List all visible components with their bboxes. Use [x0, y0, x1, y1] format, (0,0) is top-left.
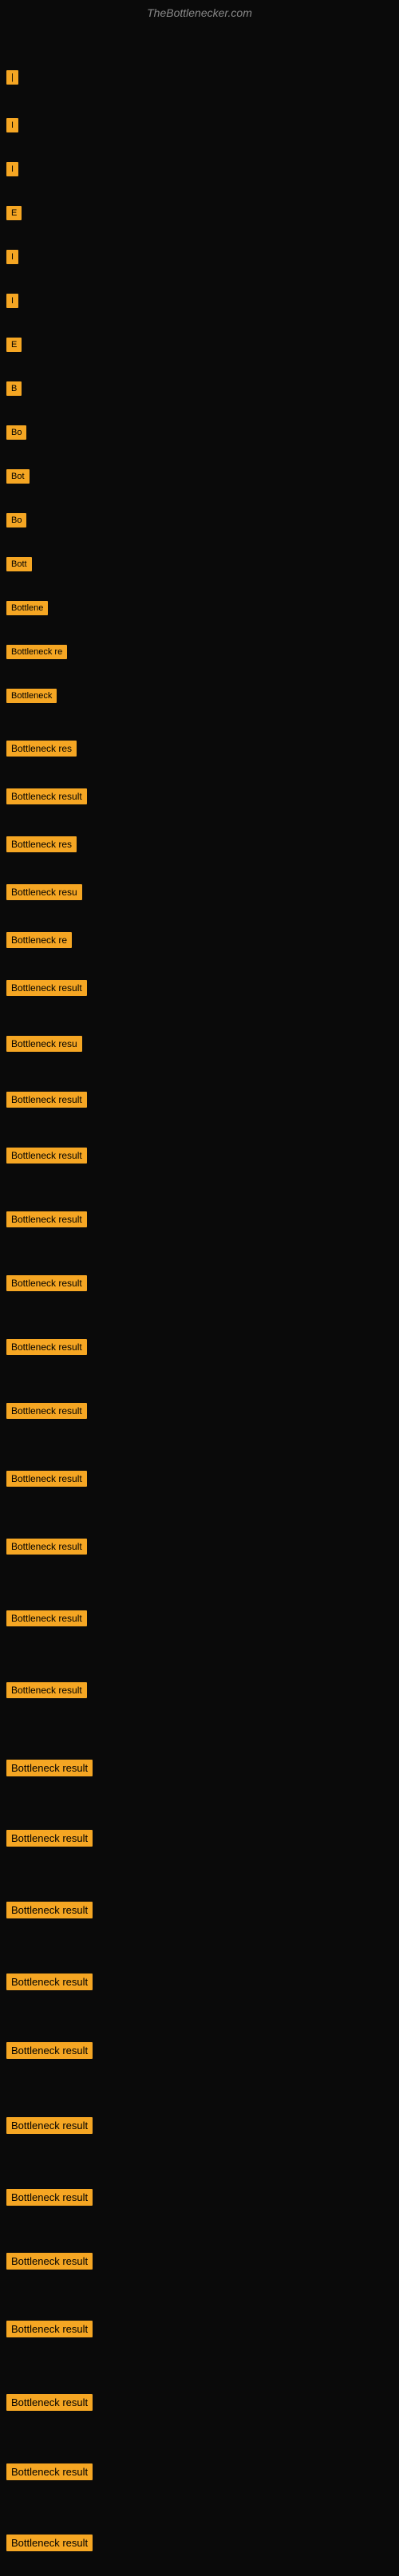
bottleneck-label-6: I	[6, 294, 18, 308]
bottleneck-label-3: I	[6, 162, 18, 176]
bottleneck-label-8: B	[6, 381, 22, 396]
bottleneck-label-26: Bottleneck result	[6, 1275, 87, 1291]
site-title: TheBottlenecker.com	[0, 0, 399, 22]
bottleneck-label-31: Bottleneck result	[6, 1610, 87, 1626]
bottleneck-label-27: Bottleneck result	[6, 1339, 87, 1355]
bottleneck-item-16: Bottleneck res	[6, 741, 77, 757]
bottleneck-item-22: Bottleneck resu	[6, 1036, 82, 1052]
bottleneck-label-4: E	[6, 206, 22, 220]
bottleneck-item-18: Bottleneck res	[6, 836, 77, 852]
bottleneck-item-36: Bottleneck result	[6, 1973, 93, 1990]
bottleneck-item-1: |	[6, 70, 18, 85]
bottleneck-label-34: Bottleneck result	[6, 1830, 93, 1847]
bottleneck-item-23: Bottleneck result	[6, 1092, 87, 1108]
bottleneck-item-14: Bottleneck re	[6, 645, 67, 659]
bottleneck-label-7: E	[6, 338, 22, 352]
bottleneck-item-34: Bottleneck result	[6, 1830, 93, 1847]
bottleneck-label-28: Bottleneck result	[6, 1403, 87, 1419]
bottleneck-item-37: Bottleneck result	[6, 2042, 93, 2059]
bottleneck-item-41: Bottleneck result	[6, 2321, 93, 2337]
bottleneck-item-19: Bottleneck resu	[6, 884, 82, 900]
bottleneck-item-15: Bottleneck	[6, 689, 57, 703]
bottleneck-item-25: Bottleneck result	[6, 1211, 87, 1227]
bottleneck-label-18: Bottleneck res	[6, 836, 77, 852]
bottleneck-item-2: I	[6, 118, 18, 132]
bottleneck-item-21: Bottleneck result	[6, 980, 87, 996]
bottleneck-label-1: |	[6, 70, 18, 85]
bottleneck-label-20: Bottleneck re	[6, 932, 72, 948]
bottleneck-label-36: Bottleneck result	[6, 1973, 93, 1990]
bottleneck-label-15: Bottleneck	[6, 689, 57, 703]
site-title-container: TheBottlenecker.com	[0, 0, 399, 22]
bottleneck-item-43: Bottleneck result	[6, 2463, 93, 2480]
bottleneck-item-3: I	[6, 162, 18, 176]
items-wrapper: | I I E I I E B Bo Bot Bo Bott Bottlene Bottleneck re…	[0, 22, 399, 2576]
bottleneck-label-42: Bottleneck result	[6, 2394, 93, 2411]
bottleneck-item-28: Bottleneck result	[6, 1403, 87, 1419]
bottleneck-item-12: Bott	[6, 557, 32, 571]
bottleneck-item-9: Bo	[6, 425, 26, 440]
bottleneck-item-24: Bottleneck result	[6, 1148, 87, 1164]
bottleneck-item-32: Bottleneck result	[6, 1682, 87, 1698]
bottleneck-item-8: B	[6, 381, 22, 396]
bottleneck-label-30: Bottleneck result	[6, 1539, 87, 1555]
bottleneck-item-42: Bottleneck result	[6, 2394, 93, 2411]
bottleneck-label-35: Bottleneck result	[6, 1902, 93, 1918]
bottleneck-item-10: Bot	[6, 469, 30, 484]
bottleneck-label-21: Bottleneck result	[6, 980, 87, 996]
bottleneck-label-12: Bott	[6, 557, 32, 571]
bottleneck-label-33: Bottleneck result	[6, 1760, 93, 1776]
bottleneck-label-2: I	[6, 118, 18, 132]
bottleneck-label-41: Bottleneck result	[6, 2321, 93, 2337]
bottleneck-item-33: Bottleneck result	[6, 1760, 93, 1776]
bottleneck-label-10: Bot	[6, 469, 30, 484]
bottleneck-label-39: Bottleneck result	[6, 2189, 93, 2206]
bottleneck-item-17: Bottleneck result	[6, 788, 87, 804]
bottleneck-label-5: I	[6, 250, 18, 264]
bottleneck-item-27: Bottleneck result	[6, 1339, 87, 1355]
bottleneck-label-13: Bottlene	[6, 601, 48, 615]
bottleneck-label-37: Bottleneck result	[6, 2042, 93, 2059]
bottleneck-label-38: Bottleneck result	[6, 2117, 93, 2134]
bottleneck-label-11: Bo	[6, 513, 26, 527]
bottleneck-item-7: E	[6, 338, 22, 352]
bottleneck-item-26: Bottleneck result	[6, 1275, 87, 1291]
bottleneck-item-40: Bottleneck result	[6, 2253, 93, 2270]
bottleneck-item-20: Bottleneck re	[6, 932, 72, 948]
bottleneck-label-43: Bottleneck result	[6, 2463, 93, 2480]
bottleneck-item-4: E	[6, 206, 22, 220]
bottleneck-item-11: Bo	[6, 513, 26, 527]
bottleneck-item-6: I	[6, 294, 18, 308]
bottleneck-item-35: Bottleneck result	[6, 1902, 93, 1918]
bottleneck-label-44: Bottleneck result	[6, 2535, 93, 2551]
bottleneck-label-23: Bottleneck result	[6, 1092, 87, 1108]
bottleneck-item-29: Bottleneck result	[6, 1471, 87, 1487]
bottleneck-label-16: Bottleneck res	[6, 741, 77, 757]
bottleneck-item-38: Bottleneck result	[6, 2117, 93, 2134]
bottleneck-item-39: Bottleneck result	[6, 2189, 93, 2206]
bottleneck-label-17: Bottleneck result	[6, 788, 87, 804]
bottleneck-label-19: Bottleneck resu	[6, 884, 82, 900]
bottleneck-item-30: Bottleneck result	[6, 1539, 87, 1555]
bottleneck-label-25: Bottleneck result	[6, 1211, 87, 1227]
bottleneck-label-9: Bo	[6, 425, 26, 440]
bottleneck-label-22: Bottleneck resu	[6, 1036, 82, 1052]
bottleneck-label-40: Bottleneck result	[6, 2253, 93, 2270]
bottleneck-item-5: I	[6, 250, 18, 264]
bottleneck-label-29: Bottleneck result	[6, 1471, 87, 1487]
bottleneck-item-13: Bottlene	[6, 601, 48, 615]
bottleneck-item-44: Bottleneck result	[6, 2535, 93, 2551]
bottleneck-label-24: Bottleneck result	[6, 1148, 87, 1164]
bottleneck-label-32: Bottleneck result	[6, 1682, 87, 1698]
bottleneck-label-14: Bottleneck re	[6, 645, 67, 659]
bottleneck-item-31: Bottleneck result	[6, 1610, 87, 1626]
